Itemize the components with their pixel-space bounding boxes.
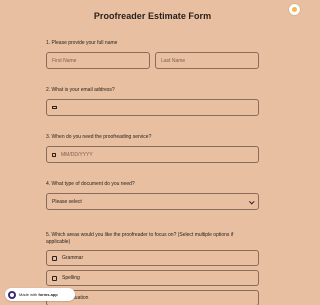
first-name-input[interactable]: First Name	[46, 52, 150, 69]
question-label-email: 2. What is your email address?	[46, 87, 115, 93]
question-label-line-2: applicable)	[46, 239, 71, 245]
first-name-placeholder: First Name	[52, 57, 77, 64]
mail-icon	[52, 105, 57, 110]
badge-text: Made with forms.app	[19, 292, 58, 297]
chevron-down-icon	[248, 198, 254, 204]
email-input[interactable]	[46, 99, 259, 116]
made-with-badge[interactable]: Made with forms.app	[5, 288, 75, 301]
option-punctuation[interactable]: Punctuation	[46, 290, 259, 305]
question-label-focus-areas: 5. Which areas would you like the proofr…	[46, 232, 233, 246]
last-name-placeholder: Last Name	[161, 57, 186, 64]
form-page: Proofreader Estimate Form 1. Please prov…	[0, 0, 305, 305]
option-label: Grammar	[62, 255, 84, 261]
badge-brand: forms.app	[38, 292, 58, 297]
date-input[interactable]: MM/DD/YYYY	[46, 146, 259, 163]
document-type-value: Please select	[52, 198, 82, 205]
forms-app-logo-icon	[8, 290, 16, 299]
date-placeholder: MM/DD/YYYY	[61, 151, 93, 158]
badge-prefix: Made with	[19, 292, 39, 297]
question-label-date: 3. When do you need the proofreading ser…	[46, 134, 152, 140]
option-spelling[interactable]: Spelling	[46, 270, 259, 286]
page-title: Proofreader Estimate Form	[93, 11, 212, 21]
checkbox-icon	[52, 255, 57, 261]
last-name-input[interactable]: Last Name	[155, 52, 259, 69]
question-label-document-type: 4. What type of document do you need?	[46, 181, 135, 187]
question-label-line-1: 5. Which areas would you like the proofr…	[46, 232, 234, 238]
option-label: Spelling	[62, 275, 80, 281]
calendar-icon	[52, 152, 56, 157]
option-grammar[interactable]: Grammar	[46, 250, 259, 266]
document-type-select[interactable]: Please select	[46, 193, 259, 210]
question-label-name: 1. Please provide your full name	[46, 40, 118, 46]
checkbox-icon	[52, 275, 57, 281]
